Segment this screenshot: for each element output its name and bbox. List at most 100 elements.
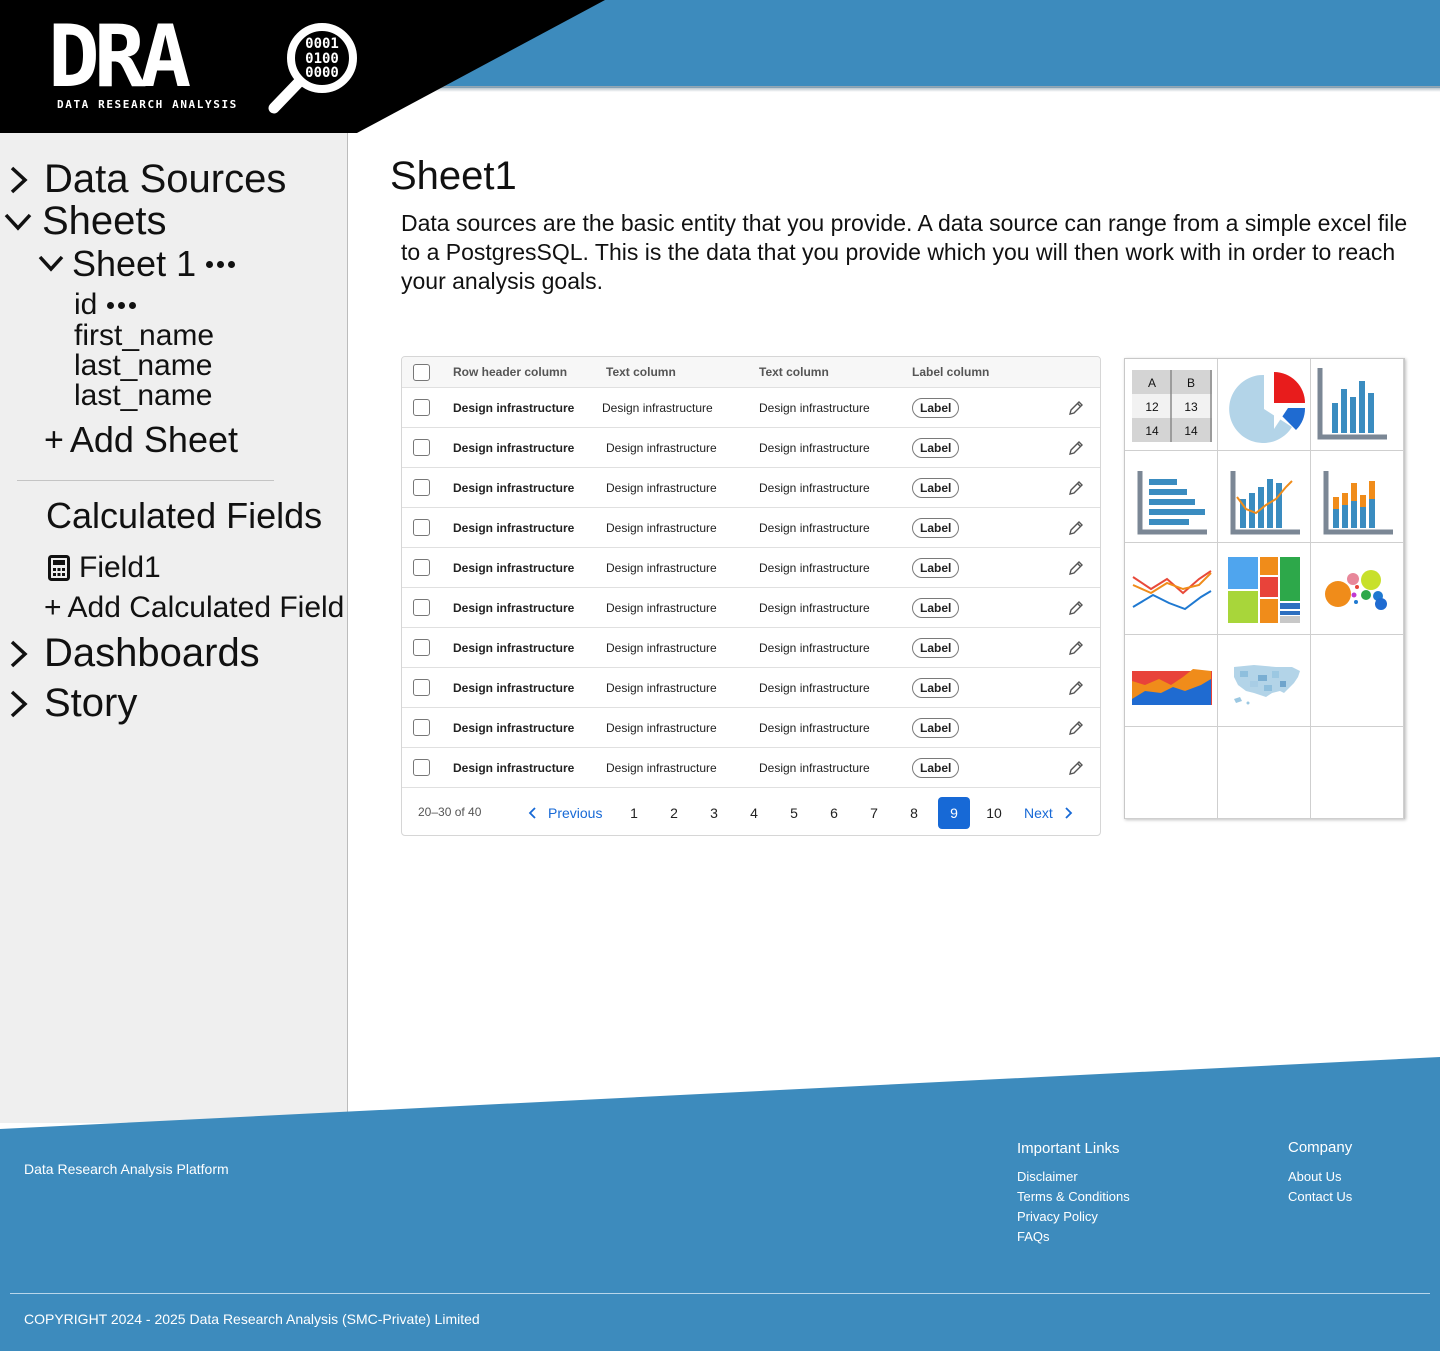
sheet-item-sheet-1[interactable]: Sheet 1: [38, 243, 236, 285]
table-row[interactable]: Design infrastructure Design infrastructu…: [402, 668, 1100, 708]
row-checkbox[interactable]: [413, 519, 430, 536]
edit-pencil-icon[interactable]: [1066, 758, 1086, 778]
table-row[interactable]: Design infrastructure Design infrastructu…: [402, 468, 1100, 508]
edit-pencil-icon[interactable]: [1066, 678, 1086, 698]
sidebar-item-sheets[interactable]: Sheets: [4, 199, 167, 244]
table-chart-option[interactable]: A B 12 13 14 14: [1125, 359, 1218, 451]
page-number-button[interactable]: 2: [658, 797, 690, 829]
row-header-cell: Design infrastructure: [453, 680, 575, 695]
column-header[interactable]: Text column: [759, 357, 829, 387]
vertical-bar-chart-option[interactable]: [1311, 359, 1404, 451]
row-checkbox[interactable]: [413, 479, 430, 496]
field-item[interactable]: last_name: [74, 379, 212, 413]
page-number-button[interactable]: 1: [618, 797, 650, 829]
table-row[interactable]: Design infrastructure Design infrastructu…: [402, 508, 1100, 548]
row-checkbox[interactable]: [413, 639, 430, 656]
row-checkbox[interactable]: [413, 679, 430, 696]
select-all-checkbox[interactable]: [413, 364, 430, 381]
empty-chart-slot: [1311, 727, 1404, 819]
table-row[interactable]: Design infrastructure Design infrastructu…: [402, 388, 1100, 428]
table-row[interactable]: Design infrastructure Design infrastructu…: [402, 548, 1100, 588]
previous-page-button[interactable]: Previous: [526, 797, 602, 829]
row-header-cell: Design infrastructure: [453, 400, 575, 415]
field-item[interactable]: first_name: [74, 319, 214, 353]
treemap-chart-option[interactable]: [1218, 543, 1311, 635]
page-number-button[interactable]: 5: [778, 797, 810, 829]
edit-pencil-icon[interactable]: [1066, 398, 1086, 418]
table-icon-cell: 13: [1184, 400, 1198, 414]
table-row[interactable]: Design infrastructure Design infrastructu…: [402, 428, 1100, 468]
area-chart-option[interactable]: [1125, 635, 1218, 727]
edit-pencil-icon[interactable]: [1066, 558, 1086, 578]
edit-pencil-icon[interactable]: [1066, 638, 1086, 658]
table-row[interactable]: Design infrastructure Design infrastructu…: [402, 628, 1100, 668]
footer-link-terms[interactable]: Terms & Conditions: [1017, 1189, 1130, 1204]
add-calculated-field-label: Add Calculated Field: [67, 591, 345, 624]
bar-line-combo-chart-option[interactable]: [1218, 451, 1311, 543]
text-cell: Design infrastructure: [606, 680, 717, 695]
page-number-button[interactable]: 6: [818, 797, 850, 829]
calculated-field-item[interactable]: Field1: [48, 551, 161, 585]
more-options-icon[interactable]: [107, 301, 137, 309]
more-options-icon[interactable]: [206, 260, 236, 268]
page-number-button[interactable]: 3: [698, 797, 730, 829]
label-badge: Label: [912, 557, 960, 578]
row-checkbox[interactable]: [413, 759, 430, 776]
add-sheet-button[interactable]: + Add Sheet: [44, 419, 238, 461]
pie-chart-option[interactable]: [1218, 359, 1311, 451]
footer-link-privacy[interactable]: Privacy Policy: [1017, 1209, 1098, 1224]
add-calculated-field-button[interactable]: + Add Calculated Field: [44, 591, 344, 625]
row-checkbox[interactable]: [413, 399, 430, 416]
row-checkbox[interactable]: [413, 719, 430, 736]
column-header[interactable]: Label column: [912, 357, 989, 387]
label-cell: Label: [912, 668, 960, 707]
sidebar-item-story[interactable]: Story: [8, 681, 137, 726]
stacked-bar-chart-option[interactable]: [1311, 451, 1404, 543]
dra-logo[interactable]: DRA DATA RESEARCH ANALYSIS 0001 0100 000…: [48, 14, 368, 114]
edit-pencil-icon[interactable]: [1066, 438, 1086, 458]
column-header[interactable]: Text column: [606, 357, 676, 387]
table-row[interactable]: Design infrastructure Design infrastructu…: [402, 588, 1100, 628]
edit-pencil-icon[interactable]: [1066, 718, 1086, 738]
horizontal-bar-chart-option[interactable]: [1125, 451, 1218, 543]
edit-pencil-icon[interactable]: [1066, 518, 1086, 538]
column-header[interactable]: Row header column: [453, 357, 567, 387]
row-checkbox[interactable]: [413, 559, 430, 576]
table-row[interactable]: Design infrastructure Design infrastructu…: [402, 708, 1100, 748]
sidebar-item-data-sources[interactable]: Data Sources: [8, 157, 286, 202]
field-item[interactable]: id: [74, 288, 137, 322]
footer-link-contact[interactable]: Contact Us: [1288, 1189, 1352, 1204]
row-checkbox[interactable]: [413, 439, 430, 456]
page-number-button[interactable]: 7: [858, 797, 890, 829]
page-number-button[interactable]: 9: [938, 797, 970, 829]
page-number-button[interactable]: 4: [738, 797, 770, 829]
field-item[interactable]: last_name: [74, 349, 212, 383]
us-map-chart-option[interactable]: [1218, 635, 1311, 727]
text-cell: Design infrastructure: [759, 680, 870, 695]
text-cell: Design infrastructure: [759, 520, 870, 535]
row-header-cell: Design infrastructure: [453, 760, 575, 775]
page-number-button[interactable]: 10: [978, 797, 1010, 829]
edit-pencil-icon[interactable]: [1066, 598, 1086, 618]
label-badge: Label: [912, 437, 960, 458]
sheet-name: Sheet 1: [72, 243, 197, 284]
empty-chart-slot: [1218, 727, 1311, 819]
footer-link-about[interactable]: About Us: [1288, 1169, 1341, 1184]
field-name: last_name: [74, 379, 213, 412]
multi-line-chart-option[interactable]: [1125, 543, 1218, 635]
page-title: Sheet1: [390, 154, 517, 198]
text-cell: Design infrastructure: [759, 640, 870, 655]
sidebar-item-dashboards[interactable]: Dashboards: [8, 631, 260, 676]
footer-link-faqs[interactable]: FAQs: [1017, 1229, 1050, 1244]
sidebar-item-label: Data Sources: [44, 157, 287, 201]
table-icon-header: A: [1148, 376, 1156, 390]
table-row[interactable]: Design infrastructure Design infrastructu…: [402, 748, 1100, 788]
edit-pencil-icon[interactable]: [1066, 478, 1086, 498]
bubble-chart-option[interactable]: [1311, 543, 1404, 635]
page-number-button[interactable]: 8: [898, 797, 930, 829]
footer-link-disclaimer[interactable]: Disclaimer: [1017, 1169, 1078, 1184]
sidebar-item-label: Sheets: [42, 199, 167, 243]
next-page-button[interactable]: Next: [1024, 797, 1075, 829]
text-cell: Design infrastructure: [606, 760, 717, 775]
row-checkbox[interactable]: [413, 599, 430, 616]
